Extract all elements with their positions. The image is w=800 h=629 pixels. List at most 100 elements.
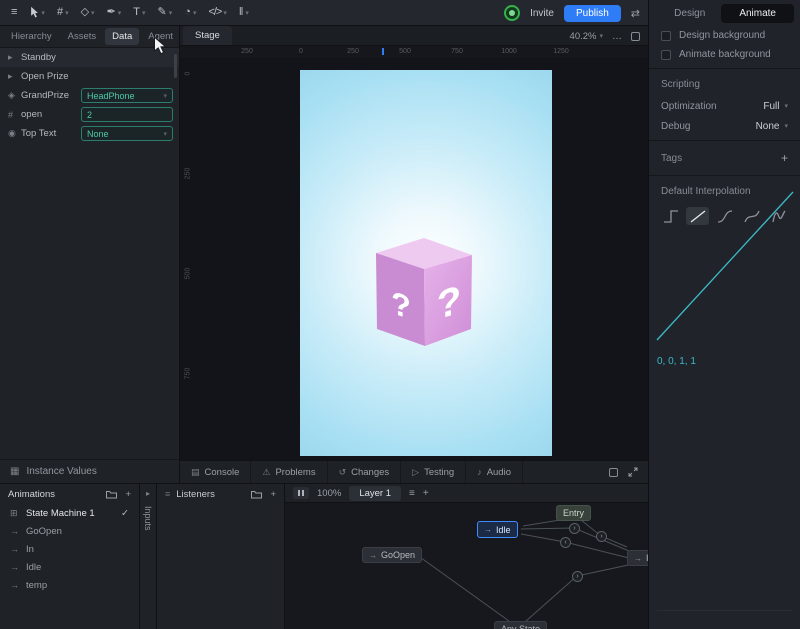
- open-number-input[interactable]: 2: [81, 107, 173, 122]
- text-tool-button[interactable]: T ▾: [128, 4, 150, 21]
- add-listener-icon[interactable]: +: [270, 489, 276, 500]
- interpolation-values: 0, 0, 1, 1: [657, 356, 696, 367]
- debug-dropdown[interactable]: None ▾: [756, 121, 788, 132]
- code-icon: </>: [208, 7, 221, 18]
- tab-audio[interactable]: ♪ Audio: [466, 461, 523, 483]
- code-tool-button[interactable]: </> ▾: [203, 4, 231, 21]
- animation-state-icon: →: [369, 551, 377, 560]
- graph-zoom-value[interactable]: 100%: [317, 488, 341, 499]
- ruler-playhead[interactable]: [382, 48, 384, 55]
- shapes-tool-button[interactable]: ◇ ▾: [76, 4, 100, 21]
- grandprize-dropdown[interactable]: HeadPhone ▾: [81, 88, 173, 103]
- transition-badge[interactable]: ›: [569, 523, 580, 534]
- disclosure-icon[interactable]: ▸: [8, 71, 21, 82]
- inputs-collapsed-panel[interactable]: ▸ Inputs: [140, 483, 157, 629]
- layer-tab[interactable]: Layer 1: [349, 486, 401, 501]
- tab-changes[interactable]: ↺ Changes: [328, 461, 402, 483]
- tab-design[interactable]: Design: [660, 4, 719, 23]
- tab-testing[interactable]: ▷ Testing: [401, 461, 466, 483]
- expand-inputs-icon[interactable]: ▸: [146, 489, 150, 498]
- mystery-cube[interactable]: ? ?: [364, 236, 484, 348]
- ruler-label: 500: [399, 48, 411, 55]
- state-node-in[interactable]: → In: [627, 550, 648, 566]
- changes-icon: ↺: [339, 467, 347, 478]
- playback-toggle-icon[interactable]: [293, 487, 309, 499]
- badge-chevron-icon: ›: [576, 573, 578, 580]
- check-icon: ✓: [121, 508, 129, 519]
- chevron-down-icon: ▾: [223, 9, 227, 17]
- expand-panel-icon[interactable]: [628, 467, 638, 477]
- data-row-grandprize[interactable]: ◈ GrandPrize HeadPhone ▾: [0, 86, 179, 105]
- zoom-control[interactable]: 40.2% ▾: [570, 31, 603, 42]
- optimization-label: Optimization: [661, 101, 717, 112]
- animation-label: temp: [26, 580, 47, 591]
- stage-viewport[interactable]: Stage 40.2% ▾ … 250 0 250 500 750 1000 1…: [180, 26, 648, 460]
- data-row-top-text[interactable]: ◉ Top Text None ▾: [0, 124, 179, 143]
- panel-resize-handle[interactable]: [657, 610, 792, 611]
- animate-background-checkbox[interactable]: [661, 50, 671, 60]
- tab-console[interactable]: ▤ Console: [180, 461, 251, 483]
- new-folder-icon[interactable]: [251, 490, 262, 499]
- paint-tool-button[interactable]: ◔ ▾: [179, 4, 201, 21]
- top-text-dropdown[interactable]: None ▾: [81, 126, 173, 141]
- animate-background-row[interactable]: Animate background: [649, 45, 800, 64]
- tab-problems[interactable]: ⚠ Problems: [251, 461, 327, 483]
- state-node-entry[interactable]: Entry: [556, 505, 591, 521]
- fit-view-icon[interactable]: [631, 32, 640, 41]
- animations-header: Animations +: [0, 484, 139, 504]
- tab-animate[interactable]: Animate: [721, 4, 794, 23]
- avatar[interactable]: [504, 5, 520, 21]
- optimization-dropdown[interactable]: Full ▾: [763, 101, 788, 112]
- animation-item-temp[interactable]: → temp: [0, 576, 139, 594]
- cursor-icon: [29, 6, 39, 19]
- question-mark-left: ?: [391, 284, 411, 326]
- scrollbar-thumb[interactable]: [174, 54, 177, 78]
- layer-menu-icon[interactable]: ≡: [409, 488, 415, 499]
- badge-chevron-icon: ‹: [564, 539, 566, 546]
- instance-values-button[interactable]: ▦ Instance Values: [0, 459, 179, 483]
- tab-hierarchy[interactable]: Hierarchy: [4, 28, 59, 45]
- select-tool-button[interactable]: ▾: [24, 3, 50, 22]
- disclosure-icon[interactable]: ▸: [8, 52, 21, 63]
- state-node-label: Any State: [501, 624, 540, 629]
- artboard-tool-button[interactable]: # ▾: [52, 4, 74, 21]
- checkbox-label: Design background: [679, 30, 765, 41]
- state-machine-graph-panel[interactable]: 100% Layer 1 ≡ + › ‹ › › Entry → Idle: [285, 483, 648, 629]
- state-node-goopen[interactable]: → GoOpen: [362, 547, 422, 563]
- data-row-label: Standby: [21, 52, 56, 63]
- graph-toolbar: 100% Layer 1 ≡ +: [285, 484, 648, 503]
- invite-button[interactable]: Invite: [530, 8, 554, 19]
- preview-window-icon[interactable]: [609, 468, 618, 477]
- new-folder-icon[interactable]: [106, 490, 117, 499]
- data-row-open-prize[interactable]: ▸ Open Prize: [0, 67, 179, 86]
- publish-button[interactable]: Publish: [564, 5, 621, 22]
- console-tabbar: ▤ Console ⚠ Problems ↺ Changes ▷ Testing…: [180, 460, 648, 483]
- pencil-tool-button[interactable]: ✎ ▾: [153, 4, 178, 21]
- transition-badge[interactable]: ›: [572, 571, 583, 582]
- pen-tool-button[interactable]: ✒ ▾: [102, 4, 127, 21]
- add-tag-icon[interactable]: +: [781, 151, 788, 165]
- data-row-open[interactable]: # open 2: [0, 105, 179, 124]
- design-background-checkbox[interactable]: [661, 31, 671, 41]
- state-node-any-state[interactable]: Any State: [494, 621, 547, 629]
- state-node-idle[interactable]: → Idle: [477, 521, 518, 538]
- columns-tool-button[interactable]: ‖ ▾: [234, 4, 254, 21]
- question-mark-right: ?: [437, 276, 461, 328]
- animation-item-in[interactable]: → In: [0, 540, 139, 558]
- swap-panels-icon[interactable]: ⇄: [631, 7, 640, 20]
- animation-item-idle[interactable]: → Idle: [0, 558, 139, 576]
- transition-badge[interactable]: ‹: [560, 537, 571, 548]
- tab-assets[interactable]: Assets: [61, 28, 104, 45]
- add-animation-icon[interactable]: +: [125, 489, 131, 500]
- artboard[interactable]: ? ?: [300, 70, 552, 456]
- animation-item-state-machine[interactable]: ⊞ State Machine 1 ✓: [0, 504, 139, 522]
- tab-data[interactable]: Data: [105, 28, 139, 45]
- main-menu-button[interactable]: ≡: [6, 4, 22, 21]
- animation-item-goopen[interactable]: → GoOpen: [0, 522, 139, 540]
- design-background-row[interactable]: Design background: [649, 26, 800, 45]
- transition-badge[interactable]: ›: [596, 531, 607, 542]
- stage-tab[interactable]: Stage: [183, 26, 232, 45]
- interpolation-curve[interactable]: [649, 182, 800, 352]
- more-options-icon[interactable]: …: [612, 31, 622, 42]
- add-layer-icon[interactable]: +: [423, 488, 429, 499]
